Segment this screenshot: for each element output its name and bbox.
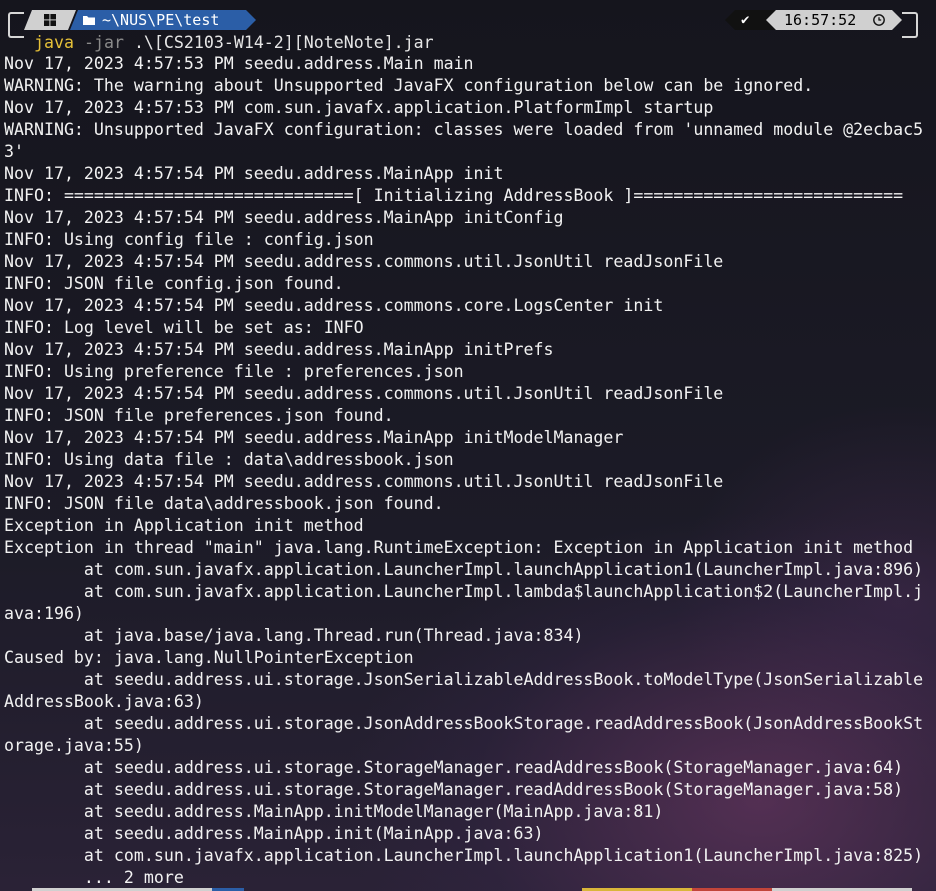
output-line: Nov 17, 2023 4:57:54 PM seedu.address.co… [4, 296, 664, 315]
output-line: at java.base/java.lang.Thread.run(Thread… [4, 626, 584, 645]
output-line: INFO: JSON file data\addressbook.json fo… [4, 494, 444, 513]
output-line: at com.sun.javafx.application.LauncherIm… [4, 560, 924, 579]
current-path: ~\NUS\PE\test [102, 11, 220, 29]
output-line: at seedu.address.ui.storage.JsonAddressB… [4, 714, 924, 733]
output-line: INFO: Using preference file : preference… [4, 362, 464, 381]
output-line: at seedu.address.ui.storage.JsonSerializ… [4, 670, 924, 689]
output-line: Nov 17, 2023 4:57:54 PM seedu.address.Ma… [4, 340, 554, 359]
checkmark-icon: ✔ [741, 12, 750, 28]
output-line: INFO: =============================[ Ini… [4, 186, 904, 205]
output-line: INFO: Using config file : config.json [4, 230, 374, 249]
command-program: java [34, 33, 74, 52]
output-line: AddressBook.java:63) [4, 692, 204, 711]
command-argument: .\[CS2103-W14-2][NoteNote].jar [133, 33, 434, 52]
output-line: INFO: JSON file config.json found. [4, 274, 344, 293]
path-segment: ~\NUS\PE\test [70, 10, 256, 30]
output-line: at seedu.address.ui.storage.StorageManag… [4, 780, 904, 799]
clock-icon [872, 10, 886, 35]
prompt-time: 16:57:52 [784, 11, 857, 29]
output-line: at seedu.address.MainApp.initModelManage… [4, 802, 664, 821]
output-line: INFO: Log level will be set as: INFO [4, 318, 364, 337]
output-line: ava:196) [4, 604, 84, 623]
output-line: at com.sun.javafx.application.LauncherIm… [4, 846, 924, 865]
output-line: orage.java:55) [4, 736, 144, 755]
output-line: at seedu.address.ui.storage.StorageManag… [4, 758, 904, 777]
output-line: Nov 17, 2023 4:57:54 PM seedu.address.Ma… [4, 164, 504, 183]
command-line[interactable]: java -jar .\[CS2103-W14-2][NoteNote].jar [34, 32, 434, 54]
output-line: WARNING: Unsupported JavaFX configuratio… [4, 120, 924, 139]
output-line: Nov 17, 2023 4:57:54 PM seedu.address.co… [4, 384, 724, 403]
output-line: Nov 17, 2023 4:57:54 PM seedu.address.Ma… [4, 428, 624, 447]
time-segment: 16:57:52 [766, 10, 902, 30]
terminal-output: Nov 17, 2023 4:57:53 PM seedu.address.Ma… [4, 53, 934, 889]
output-line: Exception in thread "main" java.lang.Run… [4, 538, 914, 557]
prompt-right-bracket [902, 12, 918, 38]
prompt-left-bracket [8, 12, 24, 38]
windows-icon [44, 14, 56, 26]
command-flag: -jar [83, 33, 124, 52]
output-line: at com.sun.javafx.application.LauncherIm… [4, 582, 924, 601]
output-line: Nov 17, 2023 4:57:53 PM com.sun.javafx.a… [4, 98, 714, 117]
output-line: Nov 17, 2023 4:57:53 PM seedu.address.Ma… [4, 54, 474, 73]
output-line: Caused by: java.lang.NullPointerExceptio… [4, 648, 414, 667]
output-line: Nov 17, 2023 4:57:54 PM seedu.address.co… [4, 252, 724, 271]
output-line: WARNING: The warning about Unsupported J… [4, 76, 814, 95]
os-segment [24, 10, 76, 30]
output-line: Nov 17, 2023 4:57:54 PM seedu.address.co… [4, 472, 724, 491]
output-line: Exception in Application init method [4, 516, 364, 535]
output-line: ... 2 more [4, 868, 184, 887]
output-line: Nov 17, 2023 4:57:54 PM seedu.address.Ma… [4, 208, 564, 227]
output-line: INFO: Using data file : data\addressbook… [4, 450, 454, 469]
output-line: 3' [4, 142, 24, 161]
terminal-window[interactable]: ~\NUS\PE\test ✔ 16:57:52 java -jar .\[CS… [0, 0, 936, 891]
output-line: at seedu.address.MainApp.init(MainApp.ja… [4, 824, 544, 843]
output-line: INFO: JSON file preferences.json found. [4, 406, 394, 425]
